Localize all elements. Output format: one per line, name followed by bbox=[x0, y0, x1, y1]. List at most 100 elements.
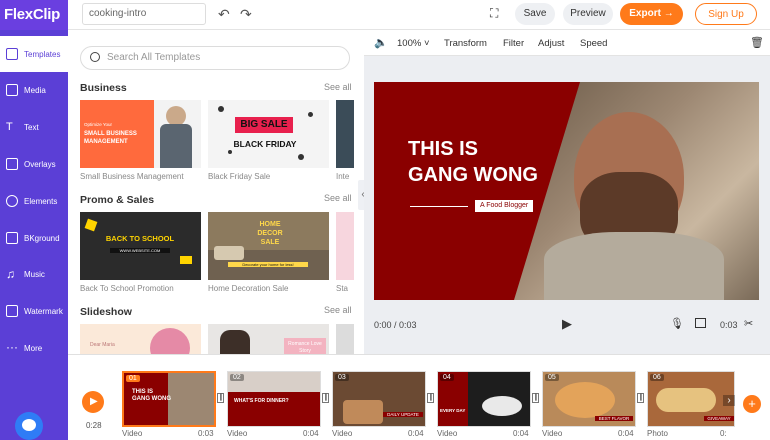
template-label: Back To School Promotion bbox=[80, 284, 174, 293]
template-label: Inte bbox=[336, 172, 350, 181]
thumb-text: SMALL BUSINESS MANAGEMENT bbox=[84, 131, 137, 145]
nav-background[interactable]: BKground bbox=[0, 220, 68, 256]
nav-label: Templates bbox=[24, 49, 61, 59]
timeline-total-duration: 0:28 bbox=[86, 421, 102, 430]
timeline-clip[interactable]: THIS IS GANG WONG 01 bbox=[122, 371, 216, 427]
search-icon bbox=[90, 52, 100, 62]
see-all-promo[interactable]: See all bbox=[324, 193, 352, 203]
search-placeholder: Search All Templates bbox=[107, 52, 201, 63]
clip-text: GIVEAWAY bbox=[704, 416, 734, 421]
template-thumb-slideshow-2[interactable]: Romance Love Story bbox=[208, 324, 329, 354]
timeline-clip[interactable]: EVERY DAY 04 bbox=[437, 371, 531, 427]
nav-watermark[interactable]: Watermark bbox=[0, 293, 68, 329]
watermark-icon bbox=[6, 305, 18, 317]
scroll-right-icon[interactable]: › bbox=[723, 395, 735, 406]
preview-button[interactable]: Preview bbox=[563, 3, 613, 25]
template-thumb-small-business[interactable]: Optimize Your SMALL BUSINESS MANAGEMENT bbox=[80, 100, 201, 168]
save-button[interactable]: Save bbox=[515, 3, 555, 25]
nav-media[interactable]: Media bbox=[0, 72, 68, 108]
template-thumb-back-to-school[interactable]: BACK TO SCHOOL WWW.WEBSITE.COM bbox=[80, 212, 201, 280]
timeline-play-button[interactable]: ▶ bbox=[82, 391, 104, 413]
nav-text[interactable]: T Text bbox=[0, 109, 68, 145]
transition-marker[interactable]: ❙ bbox=[637, 393, 644, 403]
headline-line2[interactable]: GANG WONG bbox=[408, 162, 538, 188]
tool-filter[interactable]: Filter bbox=[503, 38, 524, 49]
more-icon: ··· bbox=[6, 340, 18, 354]
zoom-select[interactable]: 100% ˅ bbox=[397, 38, 430, 49]
clip-text: BEST FLAVOR bbox=[595, 416, 633, 421]
scissors-icon[interactable]: ✂ bbox=[744, 317, 753, 330]
clip-duration: 0: bbox=[720, 429, 727, 438]
thumb-small: Decorate your home for less! bbox=[228, 262, 308, 267]
play-icon[interactable]: ▶ bbox=[562, 316, 572, 332]
template-thumb-partial[interactable] bbox=[336, 212, 354, 280]
chat-icon bbox=[22, 419, 36, 431]
video-canvas[interactable]: THIS IS GANG WONG A Food Blogger bbox=[374, 82, 759, 300]
templates-icon bbox=[6, 48, 18, 60]
project-name-input[interactable]: cooking-intro bbox=[82, 3, 206, 25]
clip-text: WHAT'S FOR DINNER? bbox=[234, 398, 294, 404]
trash-icon[interactable]: 🗑 bbox=[750, 36, 764, 49]
transition-marker[interactable]: ❙ bbox=[532, 393, 539, 403]
transition-marker[interactable]: ❙ bbox=[427, 393, 434, 403]
subtitle-tag[interactable]: A Food Blogger bbox=[475, 200, 534, 212]
clip-type: Video bbox=[437, 429, 458, 438]
redo-icon[interactable]: ↷ bbox=[240, 6, 252, 23]
section-title-slideshow: Slideshow bbox=[80, 306, 132, 318]
see-all-slideshow[interactable]: See all bbox=[324, 305, 352, 315]
template-thumb-black-friday[interactable]: BIG SALE BLACK FRIDAY bbox=[208, 100, 329, 168]
template-label: Home Decoration Sale bbox=[208, 284, 289, 293]
nav-overlays[interactable]: Overlays bbox=[0, 146, 68, 182]
headline-line1[interactable]: THIS IS bbox=[408, 136, 478, 162]
tool-speed[interactable]: Speed bbox=[580, 38, 607, 49]
text-icon: T bbox=[6, 121, 13, 133]
template-label: Small Business Management bbox=[80, 172, 184, 181]
export-button[interactable]: Export → bbox=[620, 3, 683, 25]
see-all-business[interactable]: See all bbox=[324, 82, 352, 92]
timeline-clip[interactable]: BEST FLAVOR 05 bbox=[542, 371, 636, 427]
signup-button[interactable]: Sign Up bbox=[695, 3, 757, 25]
template-thumb-partial[interactable] bbox=[336, 100, 354, 168]
template-thumb-partial[interactable] bbox=[336, 324, 354, 354]
templates-panel: Search All Templates Business See all Op… bbox=[68, 30, 354, 354]
nav-music[interactable]: ♫ Music bbox=[0, 256, 68, 292]
clip-type: Video bbox=[542, 429, 563, 438]
transition-marker[interactable]: ❙ bbox=[217, 393, 224, 403]
template-thumb-slideshow-1[interactable]: Dear Maria bbox=[80, 324, 201, 354]
nav-label: BKground bbox=[24, 233, 60, 243]
nav-label: Watermark bbox=[24, 306, 63, 316]
thumb-text: BACK TO SCHOOL bbox=[105, 234, 175, 243]
thumb-text: HOME DECOR SALE bbox=[257, 221, 283, 246]
tool-adjust[interactable]: Adjust bbox=[538, 38, 564, 49]
clip-type: Photo bbox=[647, 429, 668, 438]
editor-toolbar: 🔈 100% ˅ Transform Filter Adjust Speed 🗑 bbox=[364, 30, 770, 56]
fullscreen-icon[interactable]: ⛶ bbox=[490, 6, 498, 21]
chat-button[interactable] bbox=[15, 412, 43, 440]
microphone-icon[interactable]: 🎙 bbox=[670, 317, 684, 330]
clip-type: Video bbox=[122, 429, 143, 438]
logo: FlexClip bbox=[0, 0, 68, 30]
thumb-text: Dear Maria bbox=[90, 342, 115, 348]
template-thumb-home-decor[interactable]: HOME DECOR SALE Decorate your home for l… bbox=[208, 212, 329, 280]
undo-icon[interactable]: ↶ bbox=[218, 6, 230, 23]
nav-elements[interactable]: Elements bbox=[0, 183, 68, 219]
volume-icon[interactable]: 🔈 bbox=[374, 36, 388, 49]
clip-number: 01 bbox=[126, 375, 140, 382]
transition-marker[interactable]: ❙ bbox=[322, 393, 329, 403]
nav-more[interactable]: ··· More bbox=[0, 330, 68, 366]
zoom-value: 100% bbox=[397, 38, 422, 49]
timeline-clip[interactable]: WHAT'S FOR DINNER? 02 bbox=[227, 371, 321, 427]
clip-number: 05 bbox=[545, 374, 559, 381]
timeline-clip[interactable]: DAILY UPDATE 03 bbox=[332, 371, 426, 427]
section-title-business: Business bbox=[80, 82, 127, 94]
flexclip-editor: FlexClip Templates Media T Text Overlays… bbox=[0, 0, 770, 440]
crop-icon[interactable] bbox=[695, 318, 706, 328]
nav-label: Music bbox=[24, 269, 45, 279]
timeline-clip[interactable]: GIVEAWAY 06 bbox=[647, 371, 735, 427]
template-search-input[interactable]: Search All Templates bbox=[80, 46, 350, 70]
tool-transform[interactable]: Transform bbox=[444, 38, 487, 49]
nav-templates[interactable]: Templates bbox=[0, 36, 68, 72]
clip-duration: 0:04 bbox=[513, 429, 529, 438]
clip-duration: 0:03 bbox=[720, 320, 738, 330]
add-clip-button[interactable]: + bbox=[743, 395, 761, 413]
